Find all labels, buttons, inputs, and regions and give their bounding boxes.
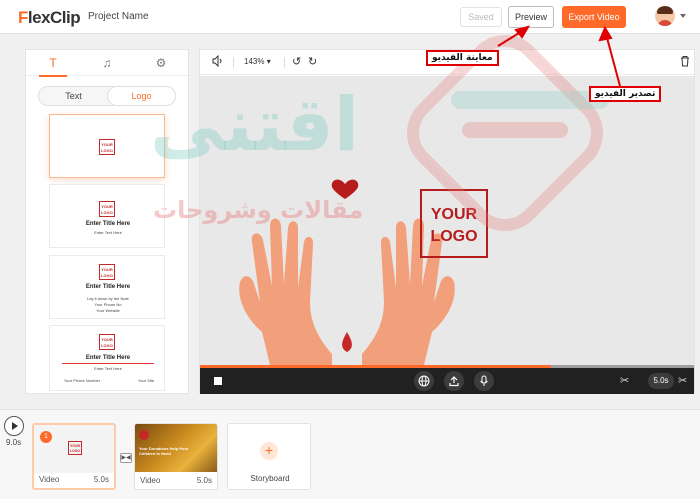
chevron-down-icon[interactable] [680, 14, 686, 18]
template-logo: YOUR LOGO [99, 139, 115, 155]
drop-icon [342, 332, 352, 352]
template-line-3: Your Website [96, 308, 120, 313]
toolbar-divider [284, 57, 285, 68]
trash-icon-svg [681, 56, 689, 67]
globe-icon[interactable] [414, 371, 434, 391]
template-logo: YOUR LOGO [99, 334, 115, 350]
project-name[interactable]: Project Name [88, 11, 149, 22]
template-card-1[interactable]: YOUR LOGO [49, 114, 165, 178]
saved-button: Saved [460, 7, 502, 27]
avatar-shirt [657, 20, 673, 26]
clip-thumb-logo [139, 430, 149, 440]
clip-label: Video [39, 475, 60, 484]
avatar[interactable] [655, 6, 675, 26]
gear-icon: ⚙ [155, 56, 167, 70]
stop-button[interactable] [214, 377, 222, 385]
clip-label: Video [140, 476, 161, 485]
clip-index-badge: 1 [40, 431, 52, 443]
tab-settings[interactable]: ⚙ [134, 50, 188, 76]
storyboard-button[interactable]: + Storyboard [227, 423, 311, 490]
template-footer-right: Your Site [138, 378, 155, 383]
redo-icon[interactable]: ↻ [308, 55, 317, 68]
flexclip-logo[interactable]: FlexClip [18, 8, 81, 28]
microphone-icon-svg [480, 375, 488, 386]
template-logo: YOUR LOGO [99, 264, 115, 280]
play-button[interactable] [4, 416, 24, 436]
template-subtitle: Enter Text Here [94, 366, 122, 371]
export-video-button[interactable]: Export Video [562, 6, 626, 28]
microphone-icon[interactable] [474, 371, 494, 391]
timeline-clip-2[interactable]: Your Donations Help Poor Children In Nee… [134, 423, 218, 490]
logo-text-1: YOUR [431, 206, 478, 223]
player-controls: ✂ 5.0s ✂ [200, 368, 694, 394]
logo-text-2: LOGO [430, 228, 477, 245]
clip-duration: 5.0s [93, 475, 109, 484]
scissors-icon[interactable]: ✂ [620, 374, 629, 387]
music-icon: ♫ [102, 56, 112, 70]
template-divider [62, 363, 154, 364]
annotation-export: تصدير الفيديو [589, 86, 662, 102]
timeline-clip-1[interactable]: YOUR LOGO 1 Video 5.0s [32, 423, 116, 490]
upload-icon-svg [449, 376, 459, 387]
template-title: Enter Title Here [85, 221, 131, 227]
globe-icon-svg [418, 375, 430, 387]
template-subtitle: Enter Text Here [94, 230, 122, 235]
tab-text[interactable]: T [26, 50, 80, 77]
tab-music[interactable]: ♫ [80, 50, 134, 76]
clip-duration: 5.0s [196, 476, 212, 485]
left-hand [239, 218, 332, 365]
template-title: Enter Title Here [85, 284, 131, 290]
trash-icon[interactable] [680, 55, 690, 70]
template-footer-left: Your Phone Number [64, 378, 101, 383]
volume-icon[interactable] [212, 54, 224, 70]
template-line-2: Your Phone No [94, 302, 122, 307]
toolbar-divider [233, 57, 234, 68]
annotation-preview: معاينة الفيديو [426, 50, 499, 66]
template-logo: YOUR LOGO [99, 201, 115, 217]
template-card-2[interactable]: YOUR LOGO Enter Title Here Enter Text Her… [49, 184, 165, 248]
zoom-select[interactable]: 143% ▾ [244, 57, 271, 66]
clip-thumbnail: Your Donations Help Poor Children In Nee… [135, 424, 217, 472]
undo-icon[interactable]: ↺ [292, 55, 301, 68]
avatar-hair [657, 6, 673, 14]
top-bar: FlexClip Project Name Saved Preview Expo… [0, 0, 700, 34]
clip-thumb-text: Your Donations Help Poor Children In Nee… [139, 446, 189, 456]
clip-thumb-logo: YOUR LOGO [68, 441, 82, 455]
upload-icon[interactable] [444, 371, 464, 391]
clip-duration[interactable]: 5.0s [648, 373, 674, 389]
timeline: 9.0s YOUR LOGO 1 Video 5.0s ▶◀ Your Donat… [0, 409, 700, 499]
text-icon: T [49, 56, 57, 70]
transition-icon[interactable]: ▶◀ [120, 453, 132, 463]
watermark-brand: اقتنى [150, 82, 360, 168]
template-title: Enter Title Here [85, 355, 131, 361]
toggle-text[interactable]: Text [39, 87, 108, 105]
storyboard-label: Storyboard [250, 474, 290, 483]
split-icon[interactable]: ✂ [678, 374, 687, 387]
watermark-tagline: مقالات وشروحات [153, 196, 364, 224]
template-card-4[interactable]: YOUR LOGO Enter Title Here Enter Text Her… [49, 325, 165, 391]
volume-icon-svg [212, 54, 222, 68]
panel-tabs: T ♫ ⚙ [26, 50, 188, 77]
template-card-3[interactable]: YOUR LOGO Enter Title Here Lay it down by… [49, 255, 165, 319]
total-time: 9.0s [6, 438, 22, 447]
preview-button[interactable]: Preview [508, 6, 554, 28]
plus-icon: + [260, 442, 278, 460]
template-line-1: Lay it down by the Note [87, 296, 129, 301]
